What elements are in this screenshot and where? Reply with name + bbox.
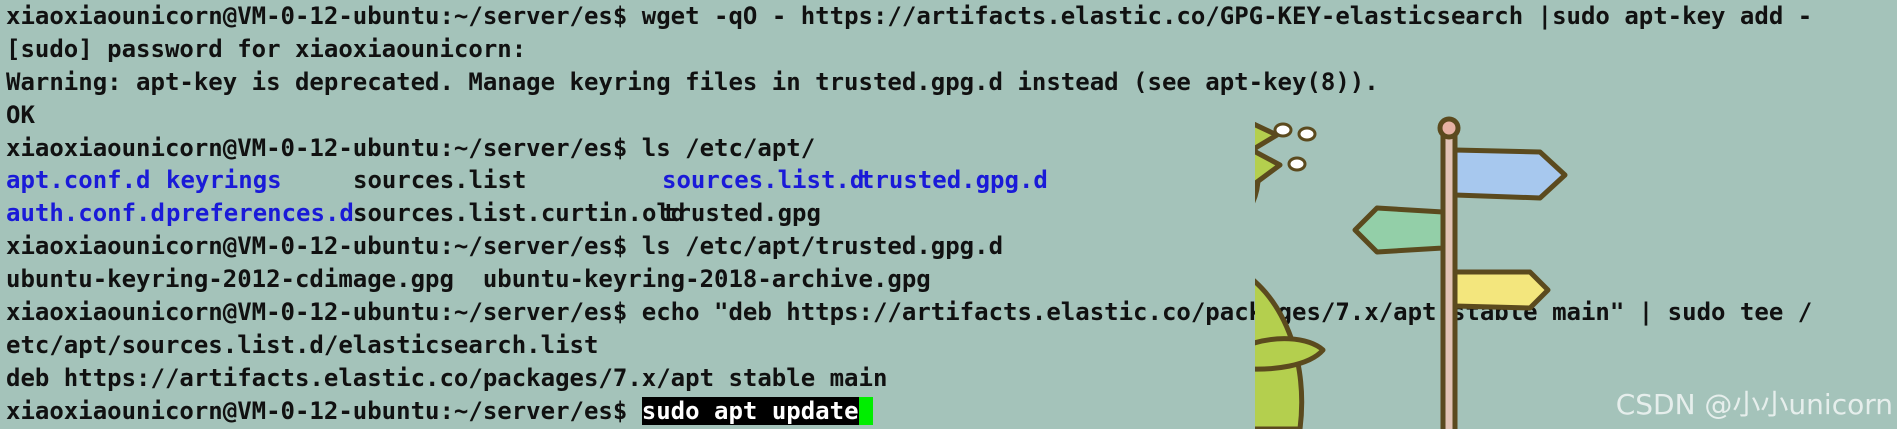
command-text: wget -qO - https://artifacts.elastic.co/… bbox=[641, 2, 1813, 30]
shell-prompt: xiaoxiaounicorn@VM-0-12-ubuntu:~/server/… bbox=[6, 133, 628, 162]
output-text: etc/apt/sources.list.d/elasticsearch.lis… bbox=[6, 330, 599, 359]
yellow-sign bbox=[1452, 269, 1551, 311]
output-text: Warning: apt-key is deprecated. Manage k… bbox=[6, 67, 1379, 96]
shell-prompt: xiaoxiaounicorn@VM-0-12-ubuntu:~/server/… bbox=[6, 298, 628, 327]
listing-entry-dir: preferences.d bbox=[166, 199, 354, 228]
selected-command-text[interactable]: sudo apt update bbox=[641, 396, 859, 425]
green-sign bbox=[1352, 205, 1446, 255]
sweat-drop bbox=[1273, 122, 1293, 138]
shell-prompt: xiaoxiaounicorn@VM-0-12-ubuntu:~/server/… bbox=[6, 396, 628, 425]
listing-entry-dir: auth.conf.d bbox=[6, 199, 165, 228]
csdn-watermark: CSDN @小小unicorn bbox=[1615, 388, 1893, 421]
blue-sign bbox=[1452, 147, 1568, 201]
output-text: OK bbox=[6, 100, 35, 129]
listing-entry-dir: apt.conf.d bbox=[6, 166, 151, 195]
shell-prompt: xiaoxiaounicorn@VM-0-12-ubuntu:~/server/… bbox=[6, 2, 628, 30]
signpost-cap bbox=[1437, 116, 1461, 140]
listing-entry-dir: sources.list.d bbox=[662, 166, 865, 195]
listing-entry-dir: trusted.gpg.d bbox=[860, 166, 1048, 195]
text-cursor bbox=[858, 396, 873, 425]
listing-entry-file: sources.list.curtin.old bbox=[353, 199, 686, 228]
dino-arm bbox=[1255, 336, 1326, 372]
terminal-window[interactable]: xiaoxiaounicorn@VM-0-12-ubuntu:~/server/… bbox=[0, 0, 1897, 429]
output-text: ubuntu-keyring-2012-cdimage.gpg ubuntu-k… bbox=[6, 265, 931, 294]
dinosaur-mascot-icon bbox=[1255, 116, 1568, 429]
command-text: ls /etc/apt/trusted.gpg.d bbox=[641, 232, 1004, 261]
listing-entry-file: sources.list bbox=[353, 166, 527, 195]
terminal-line: xiaoxiaounicorn@VM-0-12-ubuntu:~/server/… bbox=[6, 0, 1896, 33]
output-text: [sudo] password for xiaoxiaounicorn: bbox=[6, 34, 527, 63]
listing-entry-dir: keyrings bbox=[166, 166, 282, 195]
command-text: ls /etc/apt/ bbox=[641, 133, 816, 162]
shell-prompt: xiaoxiaounicorn@VM-0-12-ubuntu:~/server/… bbox=[6, 232, 628, 261]
output-text: deb https://artifacts.elastic.co/package… bbox=[6, 363, 888, 392]
sweat-drop bbox=[1287, 156, 1307, 172]
listing-entry-file: trusted.gpg bbox=[662, 199, 821, 228]
sweat-drop bbox=[1297, 126, 1317, 142]
